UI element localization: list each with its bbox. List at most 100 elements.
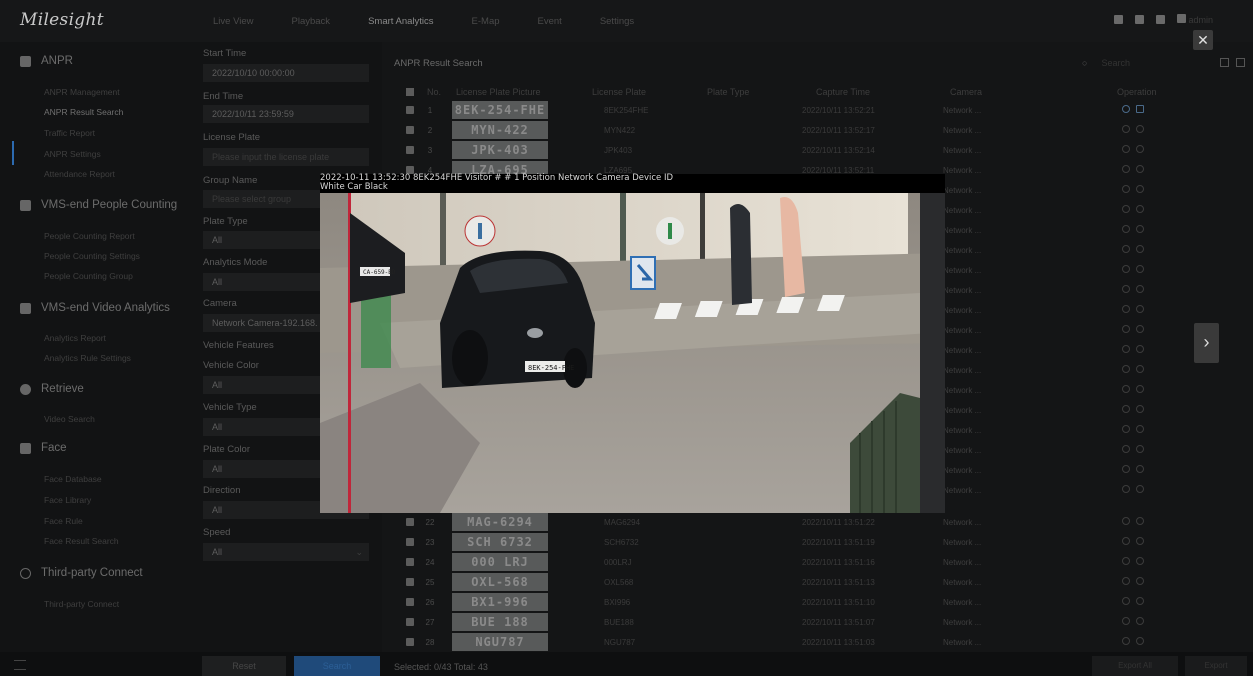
sidebar-item-video-search[interactable]: Video Search	[44, 414, 95, 424]
tab-settings[interactable]: Settings	[600, 16, 634, 27]
playback-icon[interactable]	[1122, 485, 1130, 493]
export-all-button[interactable]: Export All	[1092, 656, 1178, 676]
sidebar-item-anpr-result-search[interactable]: ANPR Result Search	[44, 107, 123, 117]
table-row[interactable]: 25 OXL-568 OXL568 2022/10/11 13:51:13 Networ…	[382, 572, 1253, 592]
plate-thumbnail[interactable]: JPK-403	[452, 141, 548, 159]
sidebar-section-video-analytics[interactable]: VMS-end Video Analytics	[0, 297, 190, 319]
image-icon[interactable]	[1136, 345, 1144, 353]
end-time-field[interactable]: 2022/10/11 23:59:59	[203, 105, 369, 123]
sidebar-item-people-counting-settings[interactable]: People Counting Settings	[44, 251, 140, 261]
playback-icon[interactable]	[1122, 385, 1130, 393]
search-button[interactable]: Search	[294, 656, 380, 676]
results-search-input[interactable]: Search	[1101, 58, 1130, 68]
playback-icon[interactable]	[1122, 537, 1130, 545]
image-icon[interactable]	[1136, 517, 1144, 525]
image-icon[interactable]	[1136, 125, 1144, 133]
sidebar-item-traffic-report[interactable]: Traffic Report	[44, 128, 95, 138]
table-row[interactable]: 23 SCH 6732 SCH6732 2022/10/11 13:51:19 Netw…	[382, 532, 1253, 552]
table-row[interactable]: 27 BUE 188 BUE188 2022/10/11 13:51:07 Networ…	[382, 612, 1253, 632]
image-icon[interactable]	[1136, 385, 1144, 393]
sidebar-section-face[interactable]: Face	[0, 437, 190, 459]
sidebar-item-analytics-rule-settings[interactable]: Analytics Rule Settings	[44, 353, 131, 363]
tab-smart-analytics[interactable]: Smart Analytics	[368, 16, 433, 27]
table-row[interactable]: 2 MYN-422 MYN422 2022/10/11 13:52:17 Network…	[382, 120, 1253, 140]
image-icon[interactable]	[1136, 365, 1144, 373]
row-checkbox[interactable]	[406, 618, 414, 626]
plate-thumbnail[interactable]: 000 LRJ	[452, 553, 548, 571]
playback-icon[interactable]	[1122, 597, 1130, 605]
results-search[interactable]: ○ Search	[1082, 58, 1130, 68]
row-checkbox[interactable]	[406, 558, 414, 566]
image-icon[interactable]	[1136, 485, 1144, 493]
image-icon[interactable]	[1136, 637, 1144, 645]
chevron-right-icon[interactable]: ›	[1194, 323, 1219, 363]
row-checkbox[interactable]	[406, 106, 414, 114]
sidebar-item-face-library[interactable]: Face Library	[44, 495, 91, 505]
image-icon[interactable]	[1136, 285, 1144, 293]
playback-icon[interactable]	[1122, 325, 1130, 333]
tab-live-view[interactable]: Live View	[213, 16, 254, 27]
image-icon[interactable]	[1136, 597, 1144, 605]
screen-icon[interactable]	[1113, 15, 1123, 24]
plate-thumbnail[interactable]: BUE 188	[452, 613, 548, 631]
playback-icon[interactable]	[1122, 145, 1130, 153]
image-icon[interactable]	[1136, 305, 1144, 313]
sidebar-item-attendance-report[interactable]: Attendance Report	[44, 169, 115, 179]
playback-icon[interactable]	[1122, 445, 1130, 453]
sidebar-section-anpr[interactable]: ANPR	[0, 50, 190, 72]
image-icon[interactable]	[1136, 465, 1144, 473]
user-menu[interactable]: admin	[1176, 14, 1213, 25]
row-checkbox[interactable]	[406, 146, 414, 154]
plate-thumbnail[interactable]: BX1-996	[452, 593, 548, 611]
row-checkbox[interactable]	[406, 518, 414, 526]
image-icon[interactable]	[1136, 245, 1144, 253]
playback-icon[interactable]	[1122, 425, 1130, 433]
user-status-icon[interactable]	[1134, 15, 1144, 24]
sidebar-item-people-counting-report[interactable]: People Counting Report	[44, 231, 135, 241]
playback-icon[interactable]	[1122, 265, 1130, 273]
image-icon[interactable]	[1136, 445, 1144, 453]
sidebar-item-analytics-report[interactable]: Analytics Report	[44, 333, 106, 343]
sidebar-item-anpr-settings[interactable]: ANPR Settings	[44, 149, 101, 159]
plate-thumbnail[interactable]: NGU787	[452, 633, 548, 651]
row-checkbox[interactable]	[406, 578, 414, 586]
plate-thumbnail[interactable]: SCH 6732	[452, 533, 548, 551]
playback-icon[interactable]	[1122, 225, 1130, 233]
row-checkbox[interactable]	[406, 598, 414, 606]
sidebar-item-anpr-management[interactable]: ANPR Management	[44, 87, 120, 97]
plate-thumbnail[interactable]: MAG-6294	[452, 513, 548, 531]
select-all-checkbox[interactable]	[406, 88, 414, 96]
sidebar-section-retrieve[interactable]: Retrieve	[0, 378, 190, 400]
playback-icon[interactable]	[1122, 305, 1130, 313]
playback-icon[interactable]	[1122, 365, 1130, 373]
start-time-field[interactable]: 2022/10/10 00:00:00	[203, 64, 369, 82]
plate-thumbnail[interactable]: MYN-422	[452, 121, 548, 139]
playback-icon[interactable]	[1122, 405, 1130, 413]
row-checkbox[interactable]	[406, 638, 414, 646]
menu-icon[interactable]	[14, 660, 26, 670]
image-icon[interactable]	[1136, 537, 1144, 545]
playback-icon[interactable]	[1122, 465, 1130, 473]
table-row[interactable]: 3 JPK-403 JPK403 2022/10/11 13:52:14 Network…	[382, 140, 1253, 160]
sidebar-item-face-database[interactable]: Face Database	[44, 474, 102, 484]
sidebar-item-people-counting-group[interactable]: People Counting Group	[44, 271, 133, 281]
image-icon[interactable]	[1136, 265, 1144, 273]
image-icon[interactable]	[1136, 105, 1144, 113]
sidebar-item-face-rule[interactable]: Face Rule	[44, 516, 83, 526]
playback-icon[interactable]	[1122, 185, 1130, 193]
playback-icon[interactable]	[1122, 345, 1130, 353]
close-icon[interactable]: ✕	[1193, 30, 1213, 50]
image-icon[interactable]	[1136, 205, 1144, 213]
sidebar-item-third-party-connect[interactable]: Third-party Connect	[44, 599, 119, 609]
image-icon[interactable]	[1136, 225, 1144, 233]
bell-icon[interactable]	[1155, 15, 1165, 24]
image-icon[interactable]	[1136, 405, 1144, 413]
plate-thumbnail[interactable]: 8EK-254-FHE	[452, 101, 548, 119]
playback-icon[interactable]	[1122, 577, 1130, 585]
export-button[interactable]: Export	[1185, 656, 1247, 676]
image-icon[interactable]	[1136, 557, 1144, 565]
playback-icon[interactable]	[1122, 205, 1130, 213]
image-icon[interactable]	[1136, 617, 1144, 625]
playback-icon[interactable]	[1122, 165, 1130, 173]
reset-button[interactable]: Reset	[202, 656, 286, 676]
